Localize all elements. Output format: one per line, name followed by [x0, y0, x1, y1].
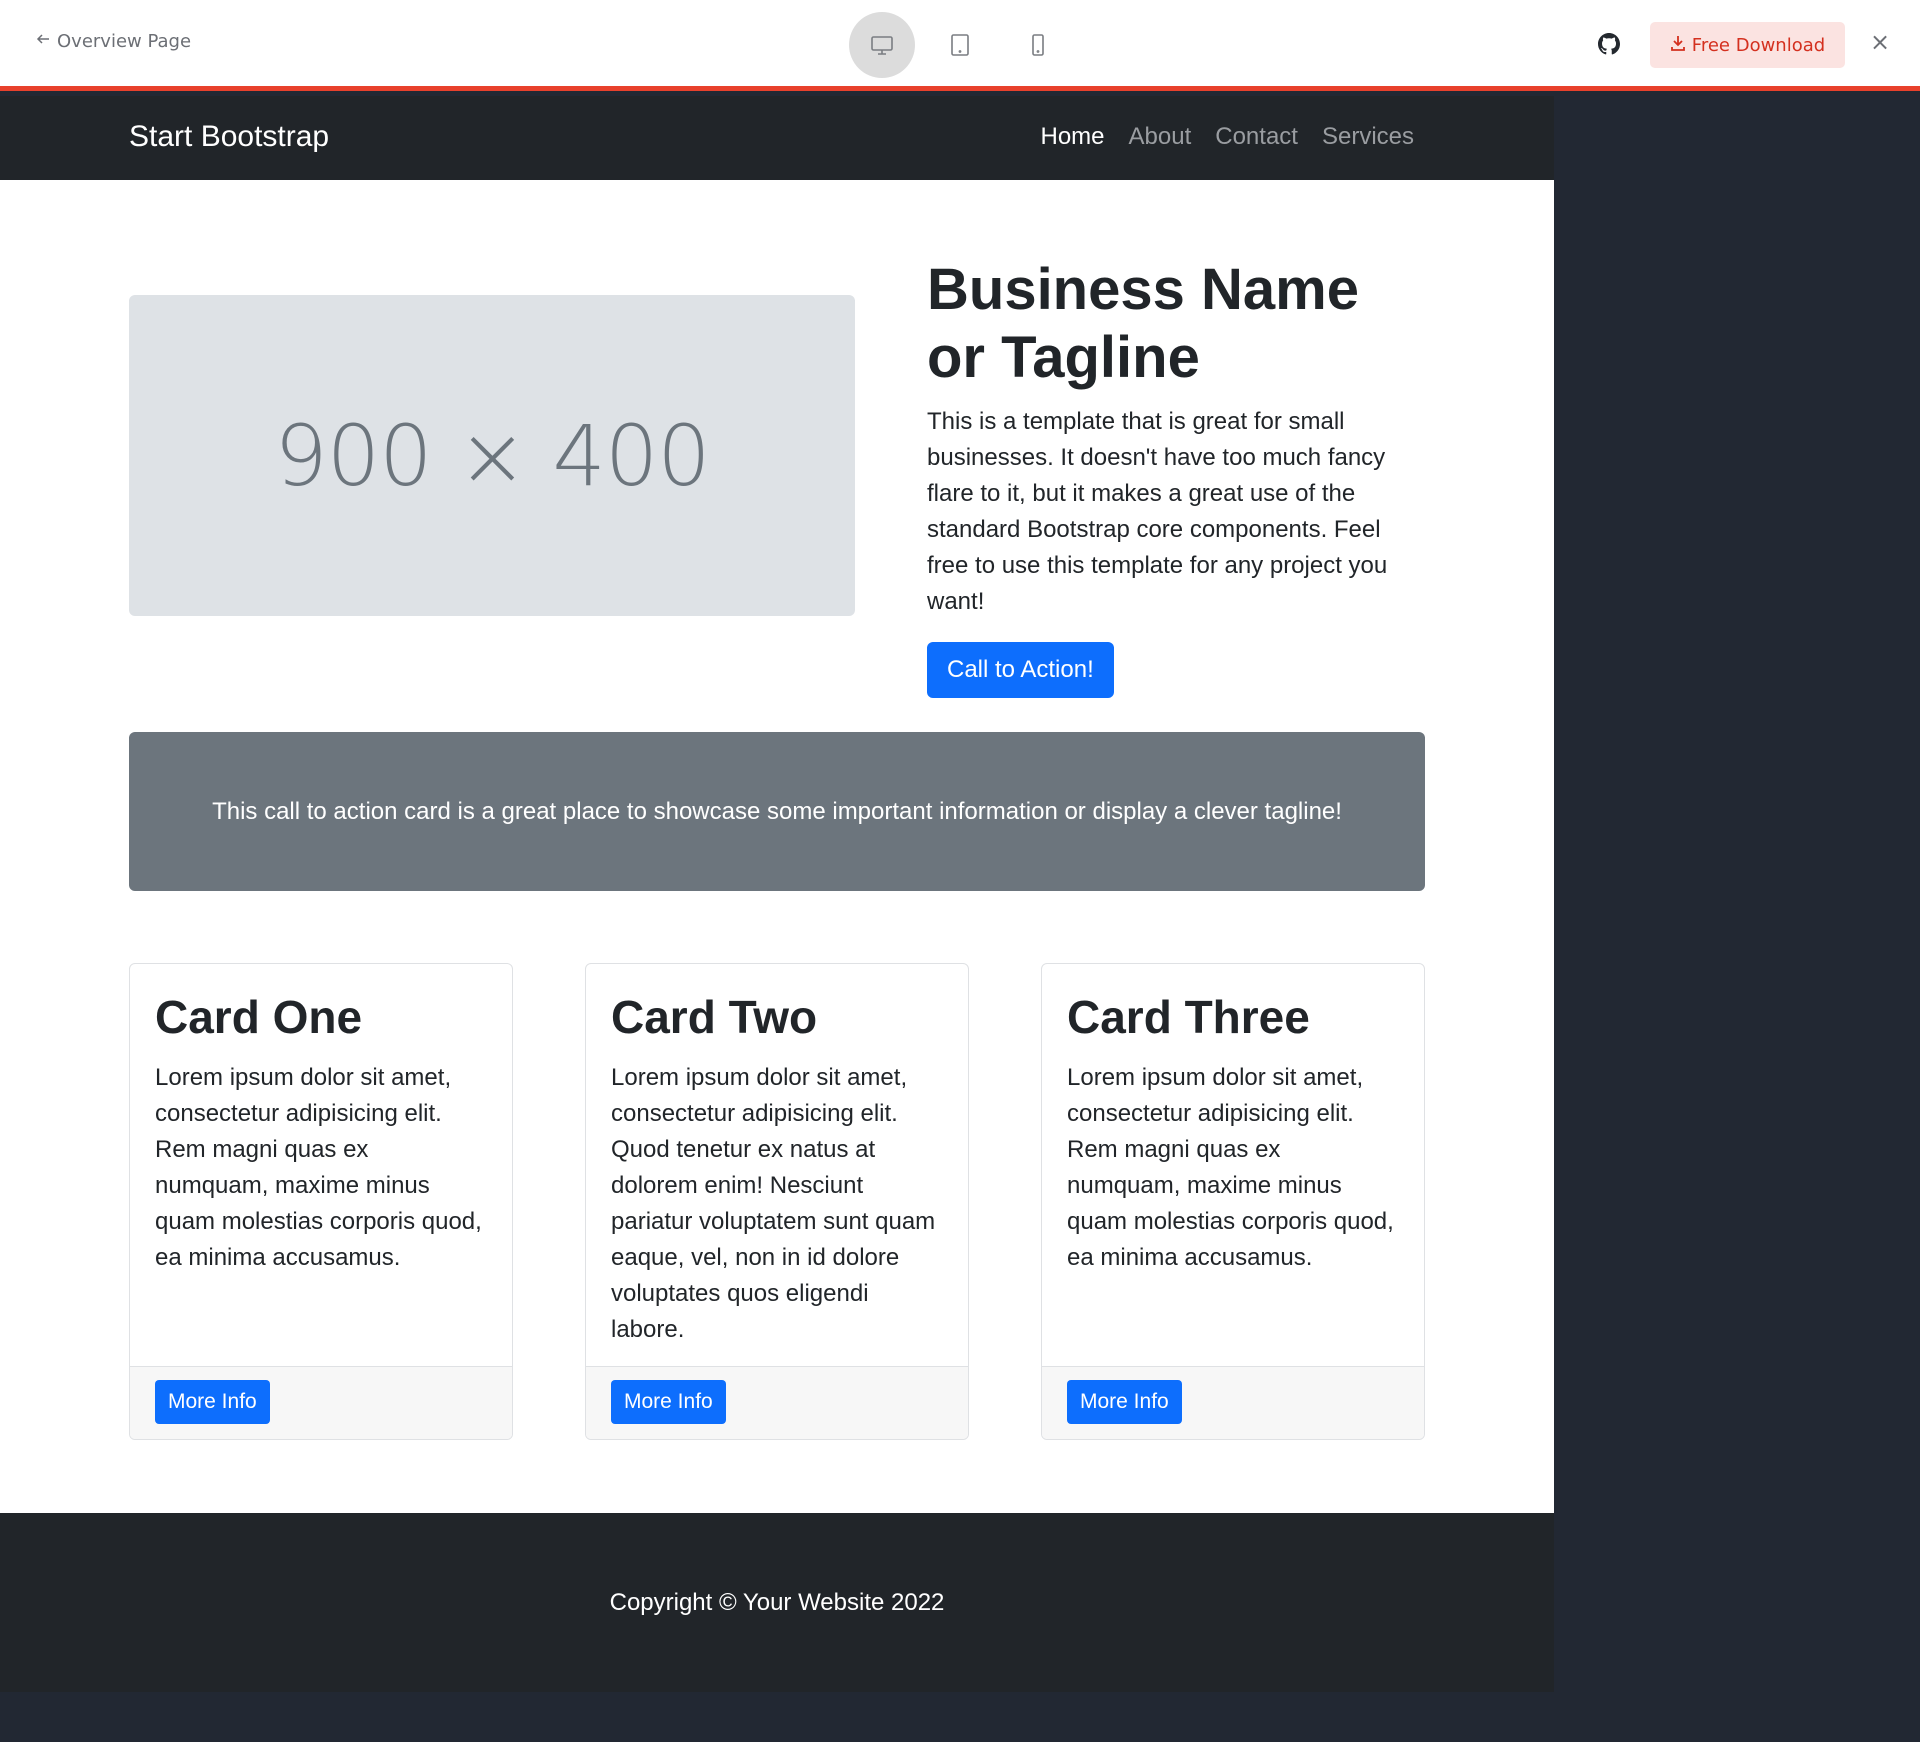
free-download-label: Free Download	[1691, 34, 1826, 56]
nav-links: Home About Contact Services	[1041, 123, 1415, 151]
overview-page-link[interactable]: Overview Page	[35, 31, 191, 52]
desktop-view-button[interactable]	[849, 12, 915, 78]
tablet-view-button[interactable]	[927, 12, 993, 78]
card-footer: More Info	[586, 1366, 968, 1439]
more-info-button[interactable]: More Info	[611, 1380, 726, 1424]
card-footer: More Info	[130, 1366, 512, 1439]
preview-toolbar: Overview Page Free Download ×	[0, 0, 1920, 91]
more-info-button[interactable]: More Info	[155, 1380, 270, 1424]
tablet-icon	[951, 34, 969, 56]
nav-link-services[interactable]: Services	[1322, 123, 1414, 151]
card-title: Card One	[155, 991, 363, 1043]
copyright-text: Copyright © Your Website 2022	[609, 1588, 945, 1616]
nav-link-home[interactable]: Home	[1041, 123, 1105, 151]
card-row: Card One Lorem ipsum dolor sit amet, con…	[129, 963, 1425, 1440]
card-two: Card Two Lorem ipsum dolor sit amet, con…	[585, 963, 969, 1440]
device-switcher	[849, 12, 1071, 78]
hero-title: Business Name or Tagline	[927, 257, 1359, 390]
site-navbar: Start Bootstrap Home About Contact Servi…	[0, 96, 1554, 180]
card-text: Lorem ipsum dolor sit amet, consectetur …	[611, 1064, 936, 1343]
hero-description: This is a template that is great for sma…	[927, 408, 1388, 615]
card-text: Lorem ipsum dolor sit amet, consectetur …	[1067, 1064, 1394, 1271]
phone-icon	[1032, 34, 1044, 56]
card-title: Card Two	[611, 991, 818, 1043]
phone-view-button[interactable]	[1005, 12, 1071, 78]
call-to-action-card: This call to action card is a great plac…	[129, 732, 1425, 891]
overview-page-label: Overview Page	[57, 31, 192, 52]
site-footer: Copyright © Your Website 2022	[0, 1513, 1554, 1692]
nav-link-contact[interactable]: Contact	[1215, 123, 1298, 151]
call-to-action-button[interactable]: Call to Action!	[927, 642, 1114, 698]
nav-link-about[interactable]: About	[1129, 123, 1192, 151]
cta-card-text: This call to action card is a great plac…	[212, 797, 1342, 825]
brand-logo[interactable]: Start Bootstrap	[129, 120, 329, 154]
close-icon[interactable]: ×	[1868, 30, 1892, 54]
site-preview-frame: Start Bootstrap Home About Contact Servi…	[0, 96, 1554, 1692]
card-footer: More Info	[1042, 1366, 1424, 1439]
desktop-icon	[871, 36, 893, 55]
card-title: Card Three	[1067, 991, 1310, 1043]
free-download-button[interactable]: Free Download	[1650, 22, 1845, 68]
card-three: Card Three Lorem ipsum dolor sit amet, c…	[1041, 963, 1425, 1440]
download-icon	[1670, 35, 1686, 56]
more-info-button[interactable]: More Info	[1067, 1380, 1182, 1424]
github-icon[interactable]	[1598, 33, 1620, 55]
arrow-left-icon	[35, 31, 51, 52]
card-one: Card One Lorem ipsum dolor sit amet, con…	[129, 963, 513, 1440]
hero-section: Business Name or Tagline This is a templ…	[927, 256, 1427, 698]
hero-image-placeholder: 900 × 400	[129, 295, 855, 616]
card-text: Lorem ipsum dolor sit amet, consectetur …	[155, 1064, 482, 1271]
